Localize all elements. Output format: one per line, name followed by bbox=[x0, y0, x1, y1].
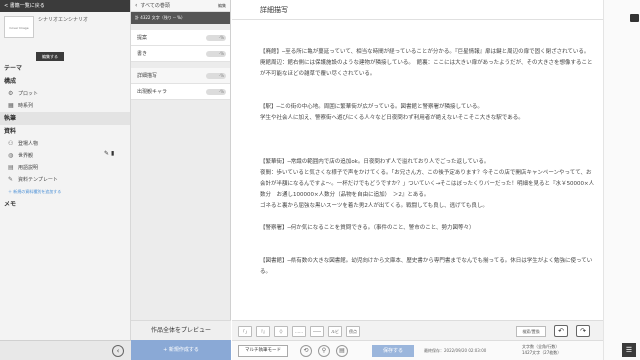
sidebar-item-timeline[interactable]: ▦ 時系列 bbox=[0, 100, 130, 112]
sidebar-item-label: 時系列 bbox=[18, 103, 34, 109]
editor-paragraph: 【繁華街】─常識の範囲内で店の追加ok。日夜問わず人で溢れており人でごった返して… bbox=[260, 159, 490, 165]
episode-progress-badge: -% bbox=[206, 89, 226, 95]
total-count-bar: 計 4322 文字（残り -- %） bbox=[131, 12, 230, 24]
editor-paragraph bbox=[260, 212, 596, 223]
back-to-books-link[interactable]: < 書籍一覧に戻る bbox=[0, 0, 130, 12]
editor-paragraph: 【駅】─この街の中心地。周囲に繁華街が広がっている。図書館と警察署が隣接している… bbox=[260, 104, 483, 110]
emphasis-dot-button[interactable]: 傍点 bbox=[346, 326, 360, 337]
right-strip bbox=[603, 0, 640, 360]
undo-icon[interactable]: ↶ bbox=[554, 325, 568, 337]
episode-list-title: すべての巻頭 bbox=[140, 3, 170, 9]
sidebar-item-characters[interactable]: ⚇ 登場人物 bbox=[0, 138, 130, 150]
episode-item[interactable]: 書き -% bbox=[131, 46, 230, 62]
episode-label: 提案 bbox=[137, 35, 148, 41]
character-count: 文字数（全角/行数） 1427文字（27枚数） bbox=[522, 344, 561, 356]
editor-paragraph: 【廃館】─至る所に亀が蔓延っていて、相当な時間が経っていることが分かる。『巨星情… bbox=[260, 49, 590, 55]
editor-paragraph: 【警察署】─何か気になることを質問できる。（事件のこと、警市のこと、勢力図等々） bbox=[260, 225, 475, 231]
sidebar-item-plot[interactable]: ⚙ プロット bbox=[0, 88, 130, 100]
collapse-sidebar-icon[interactable]: ‹ bbox=[112, 345, 124, 357]
episode-item[interactable]: 提案 -% bbox=[131, 30, 230, 46]
editor-pane: 詳細描写 【廃館】─至る所に亀が蔓延っていて、相当な時間が経っていることが分かる… bbox=[232, 0, 603, 360]
episode-progress-badge: -% bbox=[206, 51, 226, 57]
left-sidebar: < 書籍一覧に戻る Cover Image シナリオエンシナリオ 編集する テー… bbox=[0, 0, 131, 360]
menu-icon[interactable]: ☰ bbox=[622, 343, 636, 357]
book-icon: ▤ bbox=[8, 164, 14, 171]
link-icon[interactable]: ⚲ bbox=[318, 345, 330, 357]
editor-paragraph: 学生や社会人に加え、警察街へ遊びにくる人々など日夜問わず利用者が絶えないそこそこ… bbox=[260, 115, 524, 121]
multi-writing-mode-button[interactable]: マルチ執筆モード bbox=[238, 345, 288, 357]
insert-nijukagi-button[interactable]: 『』 bbox=[256, 326, 270, 337]
episode-list-panel: ‹ すべての巻頭 編集 計 4322 文字（残り -- %） 提案 -% 書き … bbox=[131, 0, 231, 360]
sidebar-item-label: 用語説明 bbox=[18, 165, 39, 171]
chevron-left-icon[interactable]: ‹ bbox=[135, 2, 137, 9]
episode-progress-badge: -% bbox=[206, 73, 226, 79]
plot-icon: ⚙ bbox=[8, 90, 14, 97]
editor-paragraph bbox=[260, 91, 596, 102]
search-replace-button[interactable]: 検索/置換 bbox=[516, 326, 546, 337]
globe-icon: ◍ bbox=[8, 152, 14, 159]
project-thumbnail: Cover Image bbox=[4, 16, 34, 38]
sidebar-item-memo[interactable]: メモ bbox=[0, 198, 130, 211]
edit-project-button[interactable]: 編集する bbox=[36, 52, 64, 61]
editor-paragraph: ゴネると裏から屈強な黒いスーツを着た男2人が出てくる。戦闘しても良し、逃げても良… bbox=[260, 203, 488, 209]
edit-episodes-button[interactable]: 編集 bbox=[218, 3, 226, 9]
app-window: < 書籍一覧に戻る Cover Image シナリオエンシナリオ 編集する テー… bbox=[0, 0, 640, 360]
comment-icon[interactable] bbox=[630, 14, 639, 22]
episode-list-header: ‹ すべての巻頭 編集 bbox=[131, 0, 230, 12]
template-icon: ✎ bbox=[8, 176, 14, 183]
editor-paragraph bbox=[260, 124, 596, 135]
project-card: Cover Image シナリオエンシナリオ 編集する bbox=[0, 12, 130, 62]
editor-paragraph bbox=[260, 245, 596, 256]
sidebar-item-terms[interactable]: ▤ 用語説明 bbox=[0, 162, 130, 174]
sidebar-item-theme[interactable]: テーマ bbox=[0, 62, 130, 75]
sidebar-item-resources[interactable]: 資料 bbox=[0, 125, 130, 138]
save-button[interactable]: 保存する bbox=[372, 345, 414, 357]
sidebar-item-label: 登場人物 bbox=[18, 141, 39, 147]
history-icon[interactable]: ⟲ bbox=[300, 345, 312, 357]
insert-dash-button[interactable]: ―― bbox=[310, 326, 324, 337]
trash-icon[interactable]: ▮ bbox=[111, 150, 114, 157]
sidebar-footer: ‹ bbox=[0, 340, 131, 360]
insert-paren-button[interactable]: （） bbox=[274, 326, 288, 337]
editor-footer: マルチ執筆モード ⟲ ⚲ ▤ 保存する 最終保存：2022/09/20 02:0… bbox=[232, 340, 603, 360]
ruby-button[interactable]: ルビ bbox=[328, 326, 342, 337]
sidebar-item-label: 世界観 bbox=[18, 153, 34, 159]
sidebar-item-label: プロット bbox=[18, 91, 39, 97]
episode-label: 出現観キャラ bbox=[137, 89, 168, 95]
sidebar-item-structure[interactable]: 構成 bbox=[0, 75, 130, 88]
preview-all-button[interactable]: 作品全体をプレビュー bbox=[131, 320, 231, 340]
sidebar-item-label: 資料テンプレート bbox=[18, 177, 58, 183]
add-resource-type-link[interactable]: ＋ 新規の資料種別を追加する bbox=[0, 186, 130, 198]
editor-textarea[interactable]: 【廃館】─至る所に亀が蔓延っていて、相当な時間が経っていることが分かる。『巨星情… bbox=[260, 36, 596, 278]
editor-paragraph bbox=[260, 146, 596, 157]
episode-title[interactable]: 詳細描写 bbox=[232, 0, 603, 20]
person-icon: ⚇ bbox=[8, 140, 14, 147]
document-icon[interactable]: ▤ bbox=[336, 345, 348, 357]
timeline-icon: ▦ bbox=[8, 102, 14, 109]
format-toolbar: 「」 『』 （） …… ―― ルビ 傍点 検索/置換 ↶ ↷ bbox=[232, 320, 603, 340]
episode-item-active[interactable]: 詳細描写 -% bbox=[131, 68, 230, 84]
sidebar-item-writing[interactable]: 執筆 bbox=[0, 112, 130, 125]
sidebar-item-template[interactable]: ✎ 資料テンプレート bbox=[0, 174, 130, 186]
episode-progress-badge: -% bbox=[206, 35, 226, 41]
editor-paragraph: 廃館周辺：館右側には保護施設のような建物が隣接している。 館裏：ここには大きい扉… bbox=[260, 60, 593, 77]
insert-ellipsis-button[interactable]: …… bbox=[292, 326, 306, 337]
insert-kagi-button[interactable]: 「」 bbox=[238, 326, 252, 337]
episode-label: 書き bbox=[137, 51, 148, 57]
editor-paragraph bbox=[260, 135, 596, 146]
edit-icon[interactable]: ✎ bbox=[104, 150, 109, 157]
last-saved-text: 最終保存：2022/09/20 02:03:00 bbox=[424, 348, 487, 353]
editor-paragraph bbox=[260, 80, 596, 91]
editor-paragraph bbox=[260, 234, 596, 245]
editor-paragraph: 【図書館】─県有数の大きな図書館。幼児向けから文庫本、歴史書から専門書までなんで… bbox=[260, 258, 593, 275]
episode-item[interactable]: 出現観キャラ -% bbox=[131, 84, 230, 100]
resource-tools: ✎ ▮ bbox=[104, 150, 114, 157]
redo-icon[interactable]: ↷ bbox=[576, 325, 590, 337]
new-episode-button[interactable]: + 新規作成する bbox=[131, 340, 231, 360]
character-count-value: 1427文字（27枚数） bbox=[522, 350, 562, 355]
editor-paragraph bbox=[260, 36, 596, 47]
editor-paragraph: 夜間：歩いていると気さくな様子で声をかけてくる。「お兄さん方、この後予定あります… bbox=[260, 170, 595, 198]
episode-label: 詳細描写 bbox=[137, 73, 158, 79]
